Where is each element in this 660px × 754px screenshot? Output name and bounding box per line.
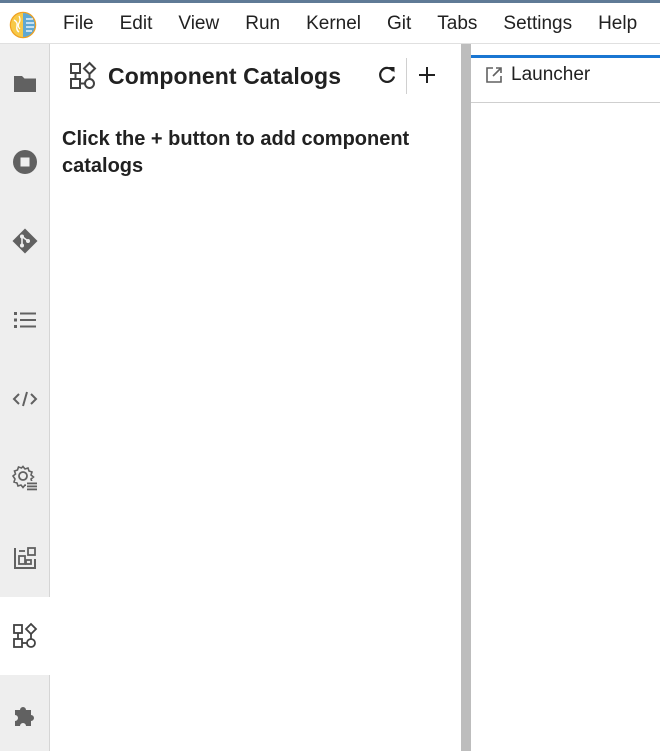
code-icon	[12, 391, 37, 407]
sidebar-item-table-of-contents[interactable]	[0, 281, 49, 359]
menu-file[interactable]: File	[50, 3, 107, 44]
add-catalog-button[interactable]	[413, 61, 441, 89]
menu-run[interactable]: Run	[232, 3, 293, 44]
component-catalogs-icon	[70, 61, 97, 89]
menu: File Edit View Run Kernel Git Tabs Setti…	[50, 3, 650, 44]
tab-label: Launcher	[511, 64, 591, 85]
tab-launcher[interactable]: Launcher	[471, 55, 660, 103]
refresh-icon	[379, 66, 396, 83]
folder-icon	[13, 76, 36, 92]
sidebar-item-code-snippets[interactable]	[0, 360, 49, 438]
sidebar-item-component-catalogs[interactable]	[0, 597, 50, 675]
panel-title: Component Catalogs	[108, 63, 342, 89]
refresh-button[interactable]	[373, 61, 401, 89]
sidebar-item-component-palette[interactable]	[0, 518, 49, 596]
stop-circle-icon	[12, 150, 37, 174]
sidebar-item-running[interactable]	[0, 123, 49, 201]
main-area: Launcher	[471, 44, 660, 751]
activity-bar	[0, 44, 50, 751]
elyra-logo-icon[interactable]	[8, 10, 38, 40]
header-divider	[406, 58, 407, 94]
sidebar-item-extensions[interactable]	[0, 676, 49, 754]
menu-help[interactable]: Help	[585, 3, 650, 44]
menu-tabs[interactable]: Tabs	[424, 3, 490, 44]
empty-state-message: Click the + button to add component cata…	[62, 128, 410, 177]
menu-kernel[interactable]: Kernel	[293, 3, 374, 44]
menu-view[interactable]: View	[165, 3, 232, 44]
menu-edit[interactable]: Edit	[107, 3, 166, 44]
panel-splitter[interactable]	[461, 44, 471, 751]
menu-git[interactable]: Git	[374, 3, 424, 44]
runtime-settings-icon	[11, 465, 37, 491]
sidebar-item-git[interactable]	[0, 202, 49, 280]
menu-settings[interactable]: Settings	[490, 3, 585, 44]
sidebar-item-file-browser[interactable]	[0, 44, 49, 122]
component-catalogs-icon	[13, 622, 38, 648]
puzzle-icon	[14, 707, 34, 726]
component-palette-icon	[13, 547, 36, 569]
sidebar-item-runtimes[interactable]	[0, 439, 49, 517]
git-icon	[12, 228, 37, 254]
list-icon	[13, 312, 36, 328]
panel-header: Component Catalogs	[50, 44, 461, 108]
add-icon	[419, 67, 435, 83]
menu-bar: File Edit View Run Kernel Git Tabs Setti…	[0, 0, 660, 44]
component-catalogs-panel: Component Catalogs Click the + button to…	[50, 44, 461, 751]
launch-icon	[486, 67, 502, 83]
